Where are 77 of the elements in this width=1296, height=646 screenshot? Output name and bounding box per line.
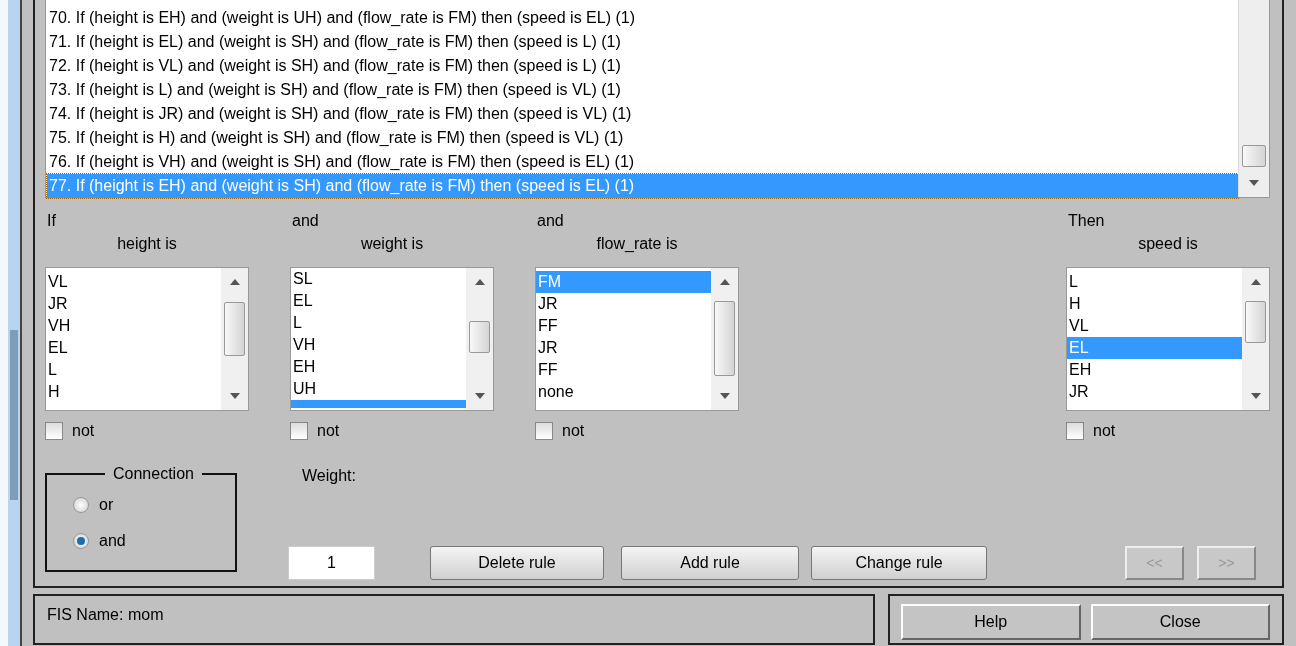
rule-item[interactable]: 76. If (height is VH) and (weight is SH) and (flow_rate is FM) then (speed is EL) (1) (47, 150, 1238, 174)
list-item[interactable]: SL (291, 268, 466, 290)
scroll-down-icon[interactable] (1249, 180, 1259, 186)
list-item[interactable]: EL (291, 290, 466, 312)
dialog-button[interactable]: Help (901, 604, 1081, 640)
list-item[interactable]: UH (291, 378, 466, 400)
connector-label: Then (1067, 211, 1105, 231)
scroll-up-icon[interactable] (474, 279, 485, 285)
list-item[interactable]: VL (46, 271, 221, 293)
list-item[interactable]: FF (536, 359, 711, 381)
not-checkbox[interactable] (290, 422, 308, 440)
connector-label: and (536, 211, 564, 231)
connector-label: and (291, 211, 319, 231)
rule-button[interactable]: Add rule (621, 546, 799, 580)
not-checkbox[interactable] (535, 422, 553, 440)
scroll-up-icon[interactable] (1250, 279, 1261, 285)
list-item[interactable]: EH (291, 356, 466, 378)
scroll-up-icon[interactable] (719, 279, 730, 285)
variable-label: height is (117, 234, 177, 254)
list-item[interactable]: L (1067, 271, 1242, 293)
list-item[interactable]: VH (46, 315, 221, 337)
radio-label: or (99, 496, 114, 514)
list-item[interactable]: L (46, 359, 221, 381)
list-item[interactable]: JR (536, 293, 711, 315)
not-checkbox[interactable] (45, 422, 63, 440)
connector-label: If (46, 211, 56, 231)
radio-label: and (99, 532, 126, 550)
list-item[interactable]: L (291, 312, 466, 334)
variable-label: speed is (1138, 234, 1198, 254)
rule-item[interactable]: 75. If (height is H) and (weight is SH) and (flow_rate is FM) then (speed is VL) (1) (47, 126, 1238, 150)
rule-item[interactable]: 73. If (height is L) and (weight is SH) and (flow_rate is FM) then (speed is VL) (1) (47, 78, 1238, 102)
list-item[interactable]: H (1067, 293, 1242, 315)
not-label: not (72, 422, 95, 440)
not-checkbox[interactable] (1066, 422, 1084, 440)
scroll-down-icon[interactable] (1250, 393, 1261, 399)
rule-button[interactable]: Change rule (811, 546, 987, 580)
not-label: not (1093, 422, 1116, 440)
scroll-thumb[interactable] (714, 301, 735, 376)
list-item[interactable]: VH (291, 334, 466, 356)
scroll-thumb[interactable] (1242, 145, 1266, 167)
membership-list[interactable]: SL EL L VH EH UH (290, 267, 494, 411)
rule-button[interactable]: Delete rule (430, 546, 604, 580)
list-item[interactable]: JR (536, 337, 711, 359)
scroll-thumb[interactable] (469, 321, 490, 353)
list-item[interactable]: FF (536, 315, 711, 337)
dialog-button[interactable]: Close (1090, 604, 1270, 640)
list-item[interactable]: none (536, 381, 711, 403)
rule-item[interactable]: 70. If (height is EH) and (weight is UH) and (flow_rate is FM) then (speed is EL) (1) (47, 6, 1238, 30)
not-label: not (317, 422, 340, 440)
status-text: FIS Name: mom (47, 606, 164, 623)
list-item[interactable]: EH (1067, 359, 1242, 381)
not-label: not (562, 422, 585, 440)
variable-label: weight is (360, 234, 424, 254)
weight-label: Weight: (302, 467, 356, 485)
variable-label: flow_rate is (596, 234, 678, 254)
rule-item[interactable]: 74. If (height is JR) and (weight is SH) and (flow_rate is FM) then (speed is VL) (1) (47, 102, 1238, 126)
scroll-thumb[interactable] (224, 302, 245, 356)
list-item[interactable]: JR (1067, 381, 1242, 403)
rule-list[interactable] (45, 0, 1270, 198)
radio-button[interactable] (73, 497, 89, 513)
list-item[interactable]: H (46, 381, 221, 403)
radio-button[interactable] (73, 533, 89, 549)
scroll-thumb[interactable] (1245, 301, 1266, 343)
scroll-down-icon[interactable] (474, 393, 485, 399)
scroll-up-icon[interactable] (229, 279, 240, 285)
membership-list[interactable]: L H VL EL EH JR (1066, 267, 1270, 411)
rule-item[interactable]: 71. If (height is EL) and (weight is SH) and (flow_rate is FM) then (speed is L) (1) (47, 30, 1238, 54)
list-item[interactable]: VL (1067, 315, 1242, 337)
rule-item[interactable]: 72. If (height is VL) and (weight is SH) and (flow_rate is FM) then (speed is L) (1) (47, 54, 1238, 78)
membership-list[interactable]: FM JR FF JR FF none (535, 267, 739, 411)
scroll-down-icon[interactable] (719, 393, 730, 399)
weight-field[interactable]: 1 (288, 546, 375, 580)
scroll-down-icon[interactable] (229, 393, 240, 399)
membership-list[interactable]: VL JR VH EL L H (45, 267, 249, 411)
list-item[interactable]: JR (46, 293, 221, 315)
list-item[interactable]: EL (46, 337, 221, 359)
connection-title: Connection (112, 465, 195, 483)
